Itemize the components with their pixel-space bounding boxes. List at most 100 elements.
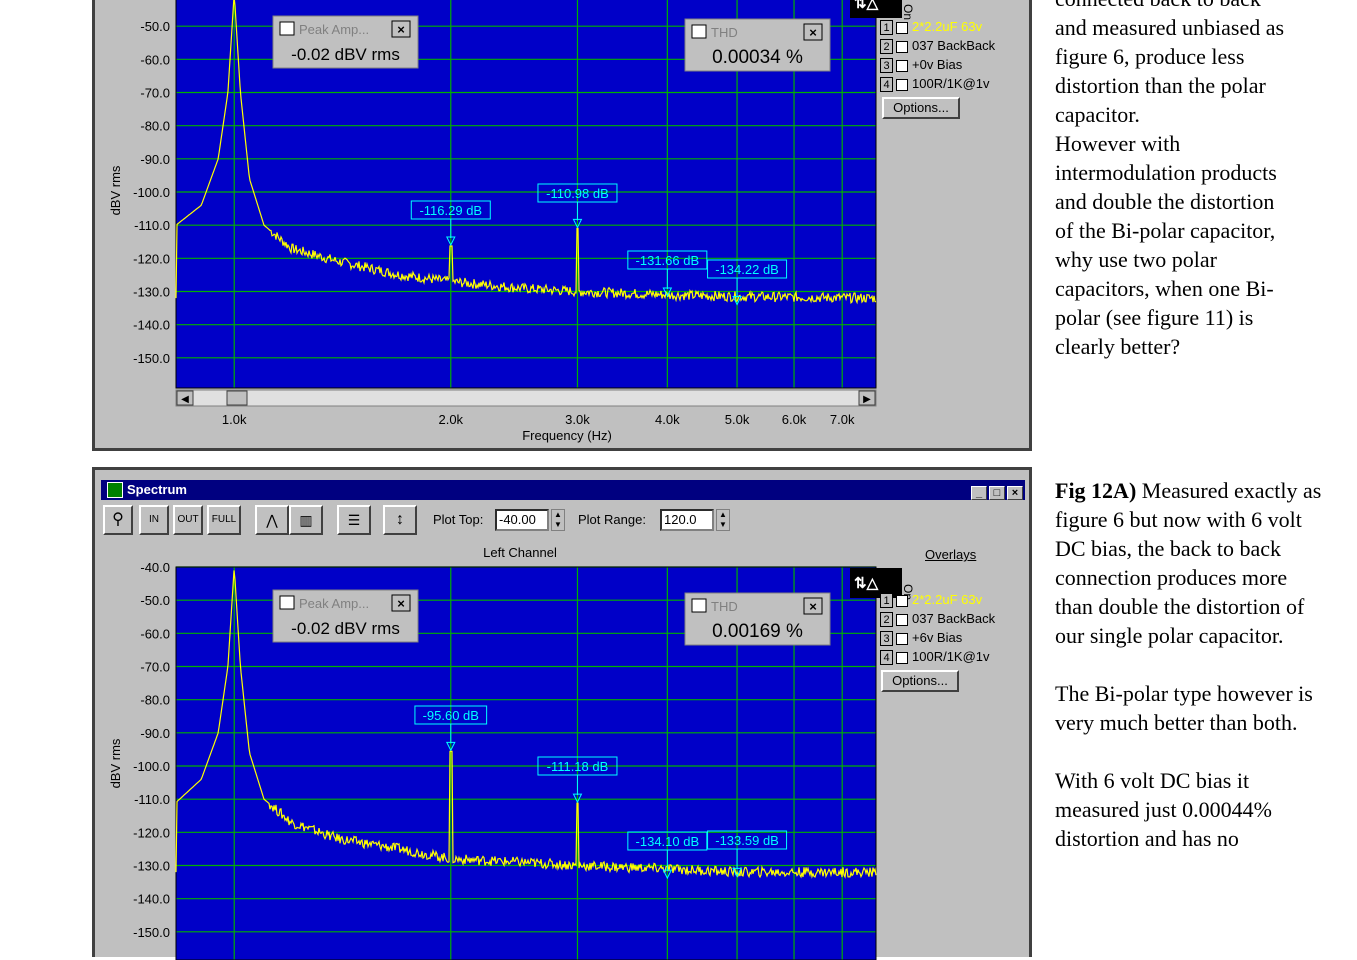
overlay-item[interactable]: 4 100R/1K@1v bbox=[880, 74, 1030, 93]
overlay-number: 3 bbox=[880, 58, 893, 74]
overlay-checkbox[interactable] bbox=[896, 613, 908, 626]
overlay-checkbox[interactable] bbox=[896, 78, 908, 91]
y-tick-label: -130.0 bbox=[133, 285, 170, 300]
overlay-checkbox[interactable] bbox=[896, 21, 908, 34]
prose-top-line: why use two polar bbox=[1055, 247, 1217, 272]
spectrum-window-top: -40.0 -50.0 -60.0 -70.0 -80.0 -90.0 -100.0 -110… bbox=[92, 0, 1032, 451]
overlay-panel-top: 1 2*2.2uF 63v 2 037 BackBack 3 +0v Bias 4 100R/… bbox=[880, 17, 1030, 93]
thd-app-icon bbox=[691, 24, 707, 39]
close-icon-glyph: × bbox=[397, 22, 405, 37]
prose-top-line: intermodulation products bbox=[1055, 160, 1277, 185]
prose-para-1: Fig 12A) Measured exactly as figure 6 bu… bbox=[1055, 476, 1325, 650]
fig-label: Fig 12A) bbox=[1055, 478, 1137, 503]
peak-amp-title: Peak Amp... bbox=[299, 596, 369, 611]
peak-amp-app-icon bbox=[279, 21, 295, 36]
thd-app-icon bbox=[691, 598, 707, 613]
spectrum-chart-bottom: -40.0 -50.0 -60.0 -70.0 -80.0 -90.0 -100.0 -110… bbox=[108, 545, 915, 960]
overlay-label: 100R/1K@1v bbox=[912, 76, 990, 91]
overlay-item[interactable]: 2 037 BackBack bbox=[880, 36, 1030, 55]
prose-para-2: The Bi-polar type however is very much b… bbox=[1055, 681, 1313, 735]
overlay-checkbox[interactable] bbox=[896, 651, 908, 664]
chart-title: Left Channel bbox=[483, 545, 557, 560]
scrollbar bbox=[175, 389, 877, 407]
y-tick-label: -50.0 bbox=[140, 19, 170, 34]
overlay-label: 2*2.2uF 63v bbox=[912, 19, 983, 34]
overlay-checkbox[interactable] bbox=[896, 594, 908, 607]
y-tick-label: -80.0 bbox=[140, 119, 170, 134]
close-icon-glyph: × bbox=[809, 25, 817, 40]
overlay-number: 4 bbox=[880, 77, 893, 93]
overlays-link[interactable]: Overlays bbox=[925, 547, 976, 562]
marker-label: -95.60 dB bbox=[423, 708, 479, 723]
prose-para-1-text: Measured exactly as figure 6 but now wit… bbox=[1055, 478, 1322, 648]
marker-label: -133.59 dB bbox=[715, 833, 779, 848]
overlay-item[interactable]: 2 037 BackBack bbox=[880, 609, 1030, 628]
y-tick-label: -70.0 bbox=[140, 86, 170, 101]
thd-title: THD bbox=[711, 599, 738, 614]
overlay-item[interactable]: 3 +0v Bias bbox=[880, 55, 1030, 74]
options-button-bottom[interactable]: Options... bbox=[881, 670, 959, 692]
legend-icon-glyph: ⇅△ bbox=[854, 0, 879, 12]
legend-icon-glyph: ⇅△ bbox=[854, 575, 879, 592]
marker-label: -110.98 dB bbox=[546, 186, 609, 201]
scroll-thumb bbox=[226, 390, 248, 406]
y-tick-label: -150.0 bbox=[133, 351, 170, 366]
y-tick-label: -70.0 bbox=[140, 660, 170, 675]
marker-label: -134.10 dB bbox=[636, 834, 700, 849]
prose-top-line: However with bbox=[1055, 131, 1181, 156]
overlay-number: 2 bbox=[880, 39, 893, 55]
y-tick-label: -140.0 bbox=[133, 318, 170, 333]
y-tick-label: -90.0 bbox=[140, 152, 170, 167]
options-button-top[interactable]: Options... bbox=[882, 97, 960, 119]
overlay-number: 2 bbox=[880, 612, 893, 628]
y-tick-label: -60.0 bbox=[140, 626, 170, 641]
x-tick-label: 2.0k bbox=[438, 412, 463, 427]
prose-top-line: capacitors, when one Bi- bbox=[1055, 276, 1274, 301]
overlay-checkbox[interactable] bbox=[896, 59, 908, 72]
overlay-checkbox[interactable] bbox=[896, 632, 908, 645]
y-tick-label: -120.0 bbox=[133, 251, 170, 266]
overlay-item[interactable]: 1 2*2.2uF 63v bbox=[880, 17, 1030, 36]
y-tick-label: -150.0 bbox=[133, 925, 170, 940]
y-tick-label: -120.0 bbox=[133, 825, 170, 840]
y-tick-label: -40.0 bbox=[140, 560, 170, 575]
x-axis-label: Frequency (Hz) bbox=[522, 428, 612, 443]
overlay-item[interactable]: 3 +6v Bias bbox=[880, 628, 1030, 647]
y-tick-label: -80.0 bbox=[140, 693, 170, 708]
thd-title: THD bbox=[711, 25, 738, 40]
y-tick-label: -100.0 bbox=[133, 185, 170, 200]
x-tick-label: 5.0k bbox=[725, 412, 750, 427]
prose-top-line: and double the distortion bbox=[1055, 189, 1275, 214]
x-tick-label: 3.0k bbox=[565, 412, 590, 427]
prose-para-3: With 6 volt DC bias it measured just 0.0… bbox=[1055, 768, 1272, 851]
y-tick-label: -40.0 bbox=[140, 0, 170, 1]
overlay-number: 1 bbox=[880, 593, 893, 609]
overlay-label: 2*2.2uF 63v bbox=[912, 592, 983, 607]
marker-label: -134.22 dB bbox=[715, 262, 779, 277]
y-axis-label: dBV rms bbox=[108, 165, 123, 215]
marker-label: -131.66 dB bbox=[636, 253, 700, 268]
prose-top-line: clearly better? bbox=[1055, 334, 1181, 359]
prose-top: connected back to back and measured unbia… bbox=[1055, 0, 1325, 361]
y-tick-label: -110.0 bbox=[134, 792, 170, 807]
x-tick-label: 6.0k bbox=[782, 412, 807, 427]
prose-bottom: Fig 12A) Measured exactly as figure 6 bu… bbox=[1055, 476, 1325, 853]
prose-top-line: polar (see figure 11) is bbox=[1055, 305, 1254, 330]
close-icon-glyph: × bbox=[809, 599, 817, 614]
overlay-panel-bottom: 1 2*2.2uF 63v 2 037 BackBack 3 +6v Bias 4 100R/… bbox=[880, 590, 1030, 666]
prose-top-line: figure 6, produce less bbox=[1055, 44, 1245, 69]
prose-top-line: capacitor. bbox=[1055, 102, 1140, 127]
overlay-label: 100R/1K@1v bbox=[912, 649, 990, 664]
close-icon-glyph: × bbox=[397, 596, 405, 611]
spectrum-window-bottom: Spectrum _ □ × ⚲ IN OUT FULL ⋀ ▥ ☰ ↕ Plot … bbox=[92, 467, 1032, 960]
y-tick-label: -50.0 bbox=[140, 593, 170, 608]
y-tick-label: -90.0 bbox=[140, 726, 170, 741]
overlay-item[interactable]: 1 2*2.2uF 63v bbox=[880, 590, 1030, 609]
y-tick-label: -130.0 bbox=[133, 859, 170, 874]
y-tick-label: -140.0 bbox=[133, 892, 170, 907]
overlay-item[interactable]: 4 100R/1K@1v bbox=[880, 647, 1030, 666]
overlay-label: +6v Bias bbox=[912, 630, 963, 645]
marker-label: -111.18 dB bbox=[547, 759, 609, 774]
overlay-label: 037 BackBack bbox=[912, 38, 996, 53]
overlay-checkbox[interactable] bbox=[896, 40, 908, 53]
